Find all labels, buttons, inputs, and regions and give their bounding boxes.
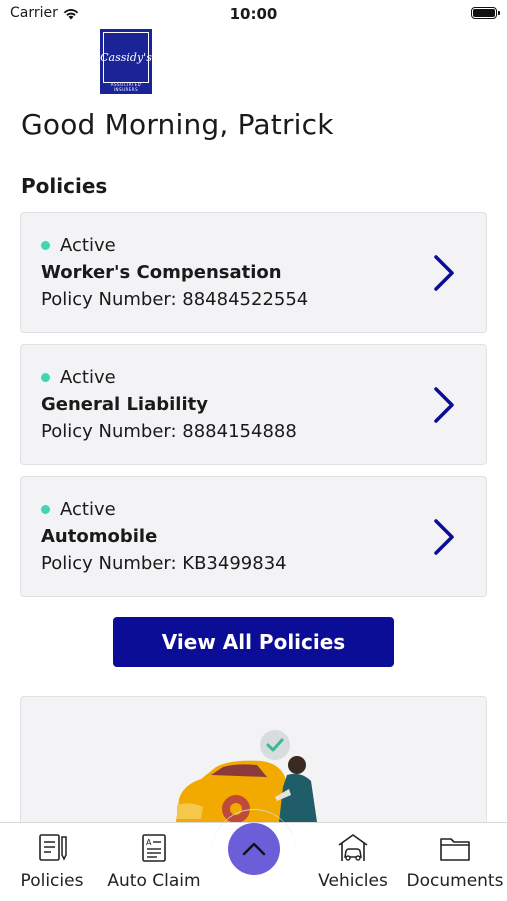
tab-policies-label: Policies	[20, 871, 84, 891]
policy-status-label: Active	[60, 367, 116, 388]
greeting-heading: Good Morning, Patrick	[21, 108, 334, 141]
document-pen-icon	[39, 834, 67, 861]
tab-vehicles-label: Vehicles	[318, 871, 388, 891]
tab-documents[interactable]: Documents	[405, 831, 505, 891]
tab-documents-label: Documents	[406, 871, 504, 891]
active-status-dot-icon	[41, 373, 50, 382]
clock: 10:00	[229, 5, 278, 23]
tab-auto-claim-label: Auto Claim	[107, 871, 201, 891]
logo-subtitle: ASSOCIATED INSURERS	[110, 82, 142, 92]
garage-car-icon	[338, 834, 368, 861]
policy-name: Worker's Compensation	[41, 262, 282, 283]
chevron-right-icon	[434, 519, 454, 555]
policy-status: Active	[41, 499, 116, 520]
tab-auto-claim[interactable]: A Auto Claim	[104, 831, 204, 891]
policies-section-title: Policies	[21, 174, 108, 198]
policy-status: Active	[41, 367, 116, 388]
policy-status-label: Active	[60, 235, 116, 256]
policy-name: Automobile	[41, 526, 158, 547]
chevron-up-icon	[242, 842, 266, 856]
view-all-policies-button[interactable]: View All Policies	[113, 617, 394, 667]
chevron-right-icon	[434, 387, 454, 423]
policy-status-label: Active	[60, 499, 116, 520]
policy-number: Policy Number: KB3499834	[41, 553, 287, 574]
policy-card-workers-compensation[interactable]: Active Worker's Compensation Policy Numb…	[20, 212, 487, 333]
claim-form-icon: A	[142, 834, 166, 862]
active-status-dot-icon	[41, 505, 50, 514]
tab-policies[interactable]: Policies	[2, 831, 102, 891]
battery-icon	[471, 7, 500, 19]
policy-status: Active	[41, 235, 116, 256]
active-status-dot-icon	[41, 241, 50, 250]
bottom-tab-bar: Policies A Auto Claim Vehicles Documents	[0, 809, 507, 901]
policy-card-general-liability[interactable]: Active General Liability Policy Number: …	[20, 344, 487, 465]
folder-icon	[440, 838, 470, 861]
tab-vehicles[interactable]: Vehicles	[303, 831, 403, 891]
expand-menu-button[interactable]	[228, 823, 280, 875]
svg-text:A: A	[146, 838, 152, 847]
policy-number: Policy Number: 8884154888	[41, 421, 297, 442]
policy-card-automobile[interactable]: Active Automobile Policy Number: KB34998…	[20, 476, 487, 597]
logo-wordmark: Cassidy's	[100, 32, 152, 83]
company-logo: Cassidy's ASSOCIATED INSURERS	[100, 29, 152, 94]
chevron-right-icon	[434, 255, 454, 291]
policy-number: Policy Number: 88484522554	[41, 289, 309, 310]
policy-name: General Liability	[41, 394, 208, 415]
status-bar: Carrier 10:00	[0, 0, 507, 28]
